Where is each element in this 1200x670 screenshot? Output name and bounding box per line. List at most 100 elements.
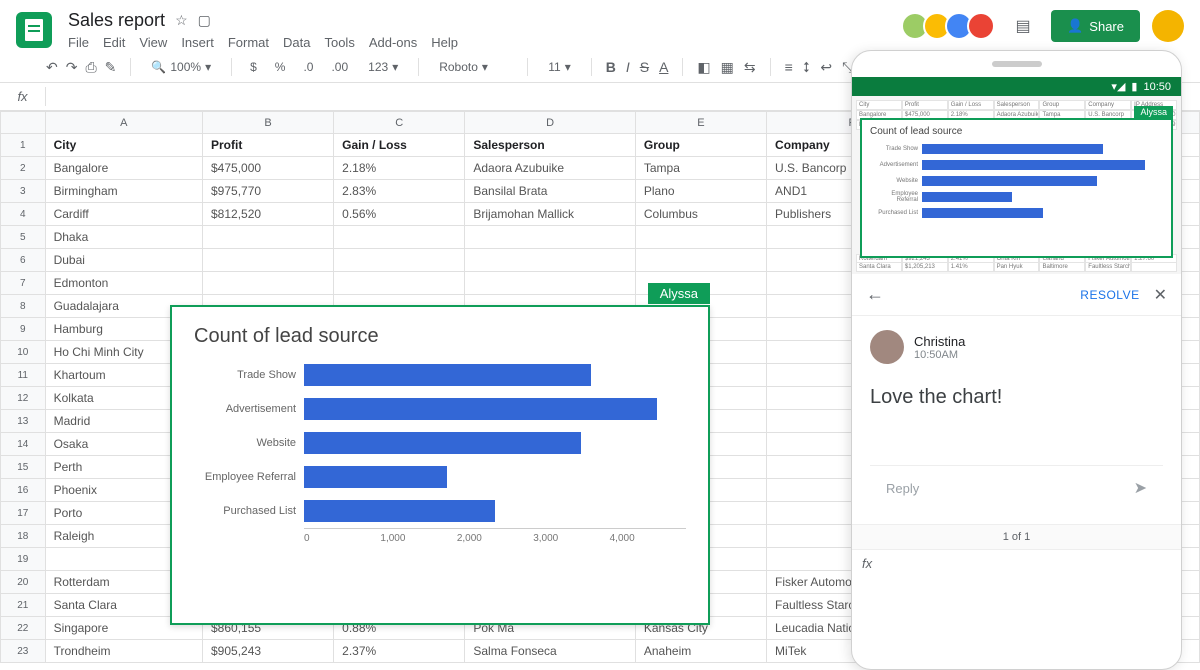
wrap-icon[interactable]: ↩: [820, 59, 832, 76]
row-header[interactable]: 8: [1, 295, 46, 318]
font-select[interactable]: Roboto▾: [433, 58, 513, 76]
cell[interactable]: Edmonton: [45, 272, 202, 295]
increase-decimal[interactable]: .00: [327, 58, 352, 76]
cell[interactable]: 2.18%: [334, 157, 465, 180]
cell[interactable]: [334, 226, 465, 249]
row-header[interactable]: 20: [1, 571, 46, 594]
undo-icon[interactable]: ↶: [46, 59, 58, 76]
comments-icon[interactable]: ▤: [1007, 10, 1039, 42]
merge-icon[interactable]: ⇆: [744, 59, 756, 76]
cell[interactable]: [635, 226, 766, 249]
header-cell[interactable]: City: [45, 134, 202, 157]
text-color-icon[interactable]: A: [659, 59, 668, 75]
menu-help[interactable]: Help: [431, 35, 458, 50]
account-avatar[interactable]: [1152, 10, 1184, 42]
resolve-button[interactable]: RESOLVE: [1080, 288, 1139, 302]
number-format-select[interactable]: 123▾: [362, 58, 404, 76]
row-header[interactable]: 1: [1, 134, 46, 157]
close-icon[interactable]: ✕: [1154, 285, 1167, 305]
cell[interactable]: Salma Fonseca: [465, 640, 636, 663]
fill-color-icon[interactable]: ◧: [697, 59, 710, 76]
font-size-select[interactable]: 11▾: [542, 58, 577, 76]
cell[interactable]: Plano: [635, 180, 766, 203]
cell[interactable]: 0.56%: [334, 203, 465, 226]
phone-mini-chart[interactable]: Alyssa Count of lead source Trade ShowAd…: [860, 118, 1173, 258]
cell[interactable]: Anaheim: [635, 640, 766, 663]
send-icon[interactable]: ➤: [1134, 478, 1147, 498]
row-header[interactable]: 15: [1, 456, 46, 479]
row-header[interactable]: 23: [1, 640, 46, 663]
cell[interactable]: Columbus: [635, 203, 766, 226]
row-header[interactable]: 9: [1, 318, 46, 341]
row-header[interactable]: 7: [1, 272, 46, 295]
header-cell[interactable]: Salesperson: [465, 134, 636, 157]
row-header[interactable]: 11: [1, 364, 46, 387]
menu-edit[interactable]: Edit: [103, 35, 125, 50]
italic-icon[interactable]: I: [626, 59, 630, 75]
cell[interactable]: Trondheim: [45, 640, 202, 663]
row-header[interactable]: 14: [1, 433, 46, 456]
cell[interactable]: $905,243: [203, 640, 334, 663]
column-header[interactable]: A: [45, 112, 202, 134]
cell[interactable]: Bansilal Brata: [465, 180, 636, 203]
borders-icon[interactable]: ▦: [721, 59, 734, 76]
embedded-chart[interactable]: Alyssa Count of lead source Trade ShowAd…: [170, 305, 710, 625]
menu-data[interactable]: Data: [283, 35, 310, 50]
document-title[interactable]: Sales report: [68, 10, 165, 31]
row-header[interactable]: 4: [1, 203, 46, 226]
menu-format[interactable]: Format: [228, 35, 269, 50]
folder-icon[interactable]: ▢: [198, 12, 211, 29]
back-arrow-icon[interactable]: ←: [866, 284, 884, 305]
phone-formula-bar[interactable]: fx: [852, 549, 1181, 577]
cell[interactable]: $475,000: [203, 157, 334, 180]
cell[interactable]: [635, 249, 766, 272]
column-header[interactable]: D: [465, 112, 636, 134]
row-header[interactable]: 10: [1, 341, 46, 364]
header-cell[interactable]: Profit: [203, 134, 334, 157]
row-header[interactable]: 2: [1, 157, 46, 180]
header-cell[interactable]: Gain / Loss: [334, 134, 465, 157]
cell[interactable]: Bangalore: [45, 157, 202, 180]
row-header[interactable]: 3: [1, 180, 46, 203]
row-header[interactable]: 17: [1, 502, 46, 525]
row-header[interactable]: 12: [1, 387, 46, 410]
row-header[interactable]: 5: [1, 226, 46, 249]
column-header[interactable]: B: [203, 112, 334, 134]
cell[interactable]: Brijamohan Mallick: [465, 203, 636, 226]
share-button[interactable]: 👤 Share: [1051, 10, 1140, 42]
cell[interactable]: [465, 249, 636, 272]
redo-icon[interactable]: ↷: [66, 59, 78, 76]
presence-avatar[interactable]: [967, 12, 995, 40]
row-header[interactable]: 21: [1, 594, 46, 617]
menu-tools[interactable]: Tools: [324, 35, 354, 50]
cell[interactable]: [334, 249, 465, 272]
row-header[interactable]: 22: [1, 617, 46, 640]
menu-addons[interactable]: Add-ons: [369, 35, 417, 50]
row-header[interactable]: 6: [1, 249, 46, 272]
paint-format-icon[interactable]: ✎: [105, 59, 117, 76]
row-header[interactable]: 13: [1, 410, 46, 433]
row-header[interactable]: 18: [1, 525, 46, 548]
cell[interactable]: Cardiff: [45, 203, 202, 226]
cell[interactable]: $812,520: [203, 203, 334, 226]
cell[interactable]: 2.37%: [334, 640, 465, 663]
print-icon[interactable]: ⎙: [85, 59, 96, 76]
cell[interactable]: [203, 272, 334, 295]
menu-file[interactable]: File: [68, 35, 89, 50]
cell[interactable]: [465, 226, 636, 249]
h-align-icon[interactable]: ≡: [785, 59, 793, 75]
format-currency[interactable]: $: [246, 58, 261, 76]
header-cell[interactable]: Group: [635, 134, 766, 157]
star-icon[interactable]: ☆: [175, 12, 188, 29]
column-header[interactable]: E: [635, 112, 766, 134]
cell[interactable]: Tampa: [635, 157, 766, 180]
cell[interactable]: 2.83%: [334, 180, 465, 203]
reply-input[interactable]: Reply: [886, 481, 919, 496]
cell[interactable]: [203, 249, 334, 272]
format-percent[interactable]: %: [271, 58, 290, 76]
presence-avatars[interactable]: [907, 12, 995, 40]
cell[interactable]: [334, 272, 465, 295]
cell[interactable]: Birmingham: [45, 180, 202, 203]
cell[interactable]: $975,770: [203, 180, 334, 203]
strike-icon[interactable]: S: [640, 59, 649, 75]
